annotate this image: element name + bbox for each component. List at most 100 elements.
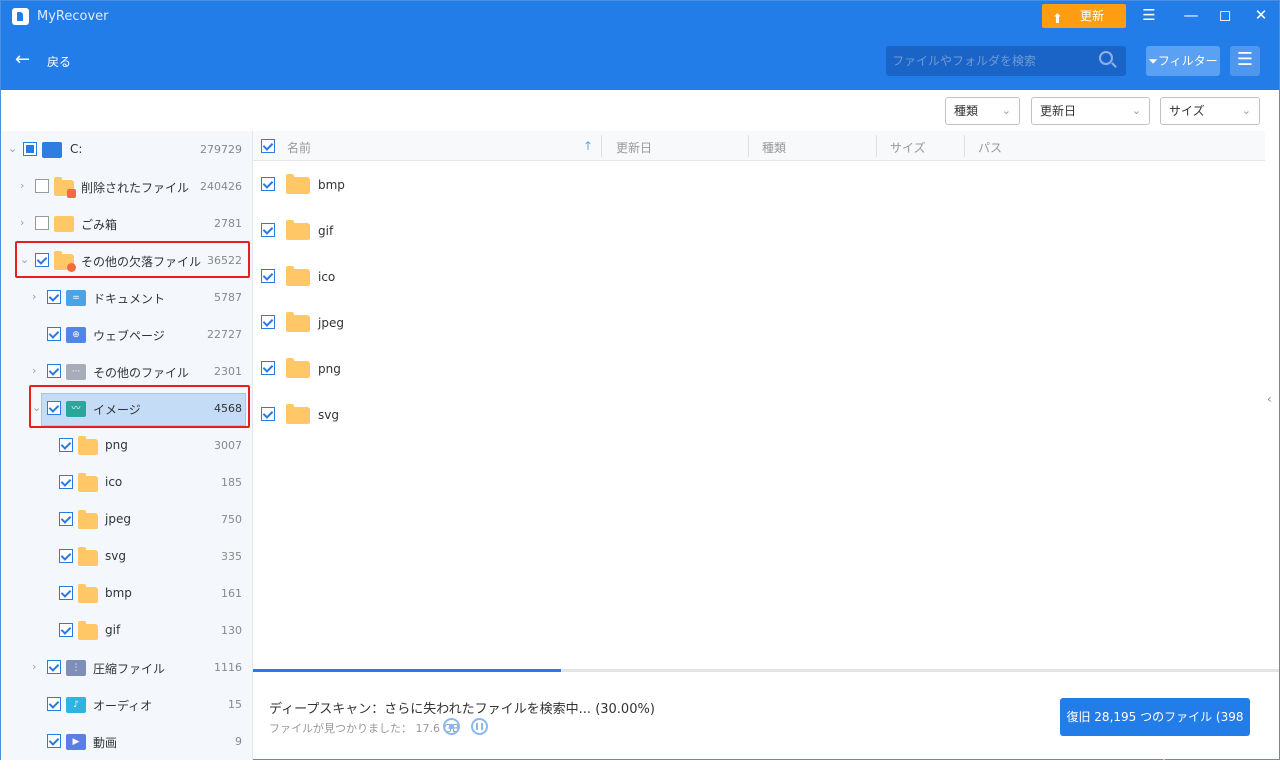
- scan-status: ディープスキャン：さらに失われたファイルを検索中... (30.00%): [269, 702, 655, 717]
- tree-item-label: ウェブページ: [93, 329, 165, 343]
- chevron-right-icon[interactable]: ›: [32, 364, 36, 377]
- tree-item[interactable]: › 削除されたファイル 240426: [1, 168, 253, 205]
- update-button[interactable]: ⬆ 更新: [1042, 4, 1126, 28]
- tree-checkbox[interactable]: [23, 142, 37, 156]
- tree-checkbox[interactable]: [47, 364, 61, 378]
- minimize-icon[interactable]: —: [1181, 6, 1201, 24]
- tree-item-label: jpeg: [105, 512, 131, 526]
- back-arrow-icon[interactable]: ←: [15, 49, 30, 70]
- tree-item[interactable]: jpeg 750: [1, 501, 253, 538]
- app-title: MyRecover: [37, 9, 109, 24]
- tree-item-count: 15: [228, 698, 242, 711]
- tree-checkbox[interactable]: [47, 660, 61, 674]
- tree-item-count: 185: [221, 476, 242, 489]
- tree-checkbox[interactable]: [47, 327, 61, 341]
- column-modified[interactable]: 更新日: [616, 139, 652, 156]
- file-checkbox[interactable]: [261, 361, 275, 375]
- file-row[interactable]: png: [253, 345, 1265, 391]
- column-size[interactable]: サイズ: [890, 139, 926, 156]
- funnel-icon: ⏷: [1148, 54, 1158, 68]
- tree-item[interactable]: ico 185: [1, 464, 253, 501]
- zip-icon: ⋮: [66, 660, 86, 676]
- close-icon[interactable]: ✕: [1251, 6, 1271, 24]
- tree-checkbox[interactable]: [35, 179, 49, 193]
- tree-item[interactable]: png 3007: [1, 427, 253, 464]
- menu-icon[interactable]: ☰: [1139, 6, 1159, 24]
- recover-button[interactable]: 復旧 28,195 つのファイル (398 MB): [1060, 698, 1250, 762]
- column-name[interactable]: 名前: [287, 139, 311, 156]
- file-checkbox[interactable]: [261, 223, 275, 237]
- file-list-header: 名前 ↑ 更新日 種類 サイズ パス: [253, 131, 1265, 161]
- folder-icon: [286, 220, 310, 240]
- file-checkbox[interactable]: [261, 315, 275, 329]
- chevron-down-icon: ⌄: [1001, 104, 1011, 117]
- folder-tree: ⌄ C: 279729 › 削除されたファイル 240426 › ごみ箱 2781 ⌄ その他の欠落…: [1, 131, 253, 760]
- file-checkbox[interactable]: [261, 407, 275, 421]
- chevron-right-icon[interactable]: ›: [20, 216, 24, 229]
- tree-checkbox[interactable]: [47, 734, 61, 748]
- tree-item[interactable]: gif 130: [1, 612, 253, 649]
- filter-label: フィルター: [1157, 54, 1218, 68]
- tree-item[interactable]: ⌄ C: 279729: [1, 131, 253, 168]
- tree-item-count: 161: [221, 587, 242, 600]
- tree-checkbox[interactable]: [59, 586, 73, 600]
- tree-checkbox[interactable]: [59, 438, 73, 452]
- chevron-down-icon[interactable]: ⌄: [8, 142, 17, 155]
- chevron-right-icon[interactable]: ›: [32, 290, 36, 303]
- tree-item-count: 2301: [214, 365, 242, 378]
- view-list-button[interactable]: ☰: [1230, 46, 1260, 76]
- tree-item[interactable]: bmp 161: [1, 575, 253, 612]
- folder-icon: [78, 584, 98, 603]
- file-checkbox[interactable]: [261, 269, 275, 283]
- search-icon[interactable]: [1099, 51, 1113, 65]
- type-filter-dropdown[interactable]: 種類 ⌄: [945, 97, 1020, 125]
- column-path[interactable]: パス: [978, 139, 1002, 156]
- sort-asc-icon[interactable]: ↑: [583, 139, 593, 153]
- pause-scan-button[interactable]: [471, 718, 488, 735]
- search-input[interactable]: [886, 46, 1126, 76]
- tree-item[interactable]: ⊕ ウェブページ 22727: [1, 316, 253, 353]
- tree-item-label: ドキュメント: [93, 292, 166, 306]
- file-name: gif: [318, 224, 334, 238]
- dropdown-label: サイズ: [1169, 104, 1205, 118]
- file-row[interactable]: gif: [253, 207, 1265, 253]
- chevron-right-icon[interactable]: ›: [32, 660, 36, 673]
- maximize-icon[interactable]: ◻: [1215, 6, 1235, 24]
- folder-icon: [286, 312, 310, 332]
- video-icon: ▶: [66, 734, 86, 750]
- highlight-box: [29, 385, 250, 428]
- file-row[interactable]: jpeg: [253, 299, 1265, 345]
- file-row[interactable]: ico: [253, 253, 1265, 299]
- tree-checkbox[interactable]: [59, 475, 73, 489]
- back-button[interactable]: 戻る: [47, 53, 71, 70]
- filter-button[interactable]: ⏷フィルター: [1146, 46, 1220, 76]
- tree-item[interactable]: › ごみ箱 2781: [1, 205, 253, 242]
- dropdown-label: 更新日: [1040, 104, 1077, 118]
- tree-checkbox[interactable]: [59, 623, 73, 637]
- select-all-checkbox[interactable]: [261, 139, 275, 153]
- tree-checkbox[interactable]: [59, 512, 73, 526]
- tree-item-count: 130: [221, 624, 242, 637]
- tree-checkbox[interactable]: [47, 290, 61, 304]
- tree-item[interactable]: svg 335: [1, 538, 253, 575]
- file-row[interactable]: bmp: [253, 161, 1265, 207]
- file-row[interactable]: svg: [253, 391, 1265, 437]
- date-filter-dropdown[interactable]: 更新日 ⌄: [1031, 97, 1150, 125]
- tree-item[interactable]: › = ドキュメント 5787: [1, 279, 253, 316]
- file-checkbox[interactable]: [261, 177, 275, 191]
- chevron-right-icon[interactable]: ›: [20, 179, 24, 192]
- stop-scan-button[interactable]: [443, 718, 460, 735]
- tree-item[interactable]: › ⋮ 圧縮ファイル 1116: [1, 649, 253, 686]
- column-type[interactable]: 種類: [762, 139, 786, 156]
- tree-item[interactable]: ♪ オーディオ 15: [1, 686, 253, 723]
- file-name: jpeg: [318, 316, 344, 330]
- folder-icon: [286, 358, 310, 378]
- size-filter-dropdown[interactable]: サイズ ⌄: [1160, 97, 1260, 125]
- collapse-panel-icon[interactable]: ‹: [1267, 392, 1272, 406]
- tree-item-label: C:: [70, 142, 83, 156]
- tree-checkbox[interactable]: [47, 697, 61, 711]
- tree-checkbox[interactable]: [59, 549, 73, 563]
- tree-item[interactable]: ▶ 動画 9: [1, 723, 253, 760]
- tree-checkbox[interactable]: [35, 216, 49, 230]
- tree-item-label: 動画: [93, 736, 118, 750]
